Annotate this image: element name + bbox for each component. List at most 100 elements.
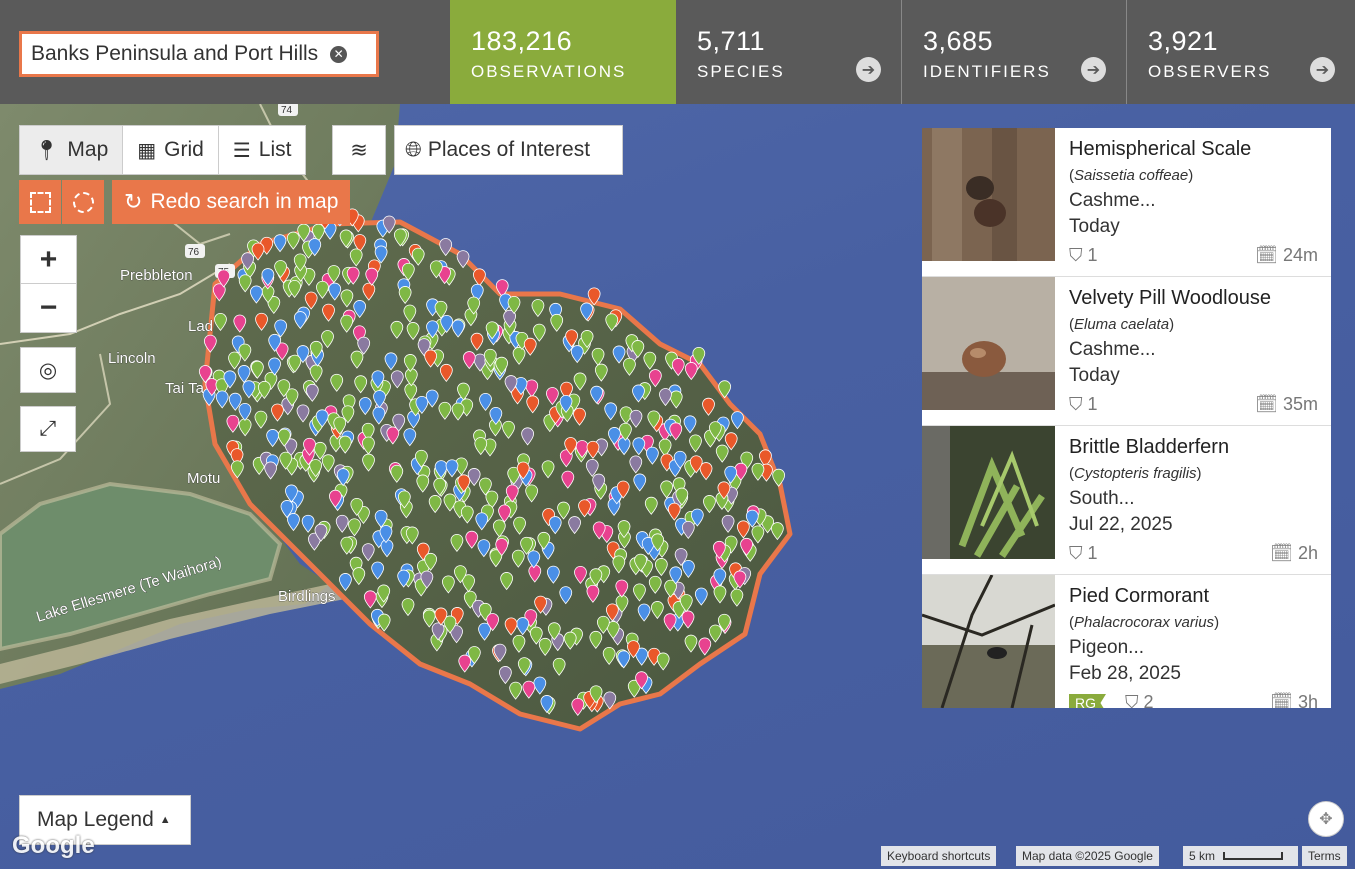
observers-label: OBSERVERS — [1148, 62, 1272, 81]
fullscreen-icon: ⤢ — [39, 417, 57, 440]
crosshair-icon: ◎ — [38, 358, 58, 382]
google-logo: Google — [12, 832, 95, 859]
zoom-out-button[interactable]: − — [21, 284, 76, 332]
observation-date: Today — [1069, 365, 1120, 386]
observations-label: OBSERVATIONS — [471, 62, 627, 81]
rectangle-select-icon — [29, 191, 51, 213]
common-name[interactable]: Velvety Pill Woodlouse — [1069, 287, 1271, 310]
clear-place-icon[interactable]: ✕ — [330, 45, 348, 63]
identification-count: RG ⛉ 2 — [1069, 692, 1154, 708]
observation-age: 🗓︎ 2h — [1270, 543, 1318, 563]
scientific-name: (Cystopteris fragilis) — [1069, 465, 1202, 482]
caret-up-icon: ▲ — [159, 814, 171, 826]
identification-icon: ⛉ — [1069, 245, 1083, 265]
identifiers-arrow-icon[interactable]: ➔ — [1081, 57, 1106, 82]
redo-search-button[interactable]: ↻ Redo search in map — [112, 180, 351, 224]
observations-count: 183,216 — [471, 26, 573, 56]
identification-count: ⛉ 1 — [1069, 543, 1098, 563]
observation-date: Feb 28, 2025 — [1069, 663, 1181, 684]
common-name[interactable]: Brittle Bladderfern — [1069, 436, 1229, 459]
scale-line — [1223, 852, 1284, 860]
redo-search-label: Redo search in map — [150, 190, 339, 213]
stat-identifiers[interactable]: 3,685 IDENTIFIERS ➔ — [901, 0, 1126, 104]
layers-button[interactable]: ≋ — [332, 125, 386, 175]
keyboard-shortcuts-link[interactable]: Keyboard shortcuts — [881, 846, 997, 866]
observation-photo[interactable] — [922, 128, 1055, 261]
globe-icon: 🌐︎ — [405, 138, 422, 161]
route-74-label: 74 — [281, 105, 293, 116]
observation-photo[interactable] — [922, 575, 1055, 708]
species-label: SPECIES — [697, 62, 785, 81]
tab-grid-label: Grid — [164, 138, 204, 161]
stat-species[interactable]: 5,711 SPECIES ➔ — [676, 0, 901, 104]
observation-place: Pigeon... — [1069, 637, 1144, 658]
common-name[interactable]: Hemispherical Scale — [1069, 138, 1251, 161]
label-prebbleton: Prebbleton — [120, 267, 193, 284]
observation-age: 🗓︎ 35m — [1255, 394, 1318, 414]
observation-date: Today — [1069, 216, 1120, 237]
terms-link[interactable]: Terms — [1302, 846, 1347, 866]
observation-card[interactable]: Brittle Bladderfern (Cystopteris fragili… — [922, 426, 1331, 575]
draw-circle-button[interactable] — [62, 180, 104, 224]
zoom-control: + − — [20, 235, 77, 333]
observation-card[interactable]: Hemispherical Scale (Saissetia coffeae) … — [922, 128, 1331, 277]
route-76-label: 76 — [188, 247, 200, 258]
observation-photo[interactable] — [922, 277, 1055, 410]
scale-label: 5 km — [1189, 849, 1216, 863]
observation-date: Jul 22, 2025 — [1069, 514, 1173, 535]
circle-select-icon — [72, 191, 94, 213]
tab-list-label: List — [258, 138, 292, 161]
species-arrow-icon[interactable]: ➔ — [856, 57, 881, 82]
observation-card[interactable]: Pied Cormorant (Phalacrocorax varius) Pi… — [922, 575, 1331, 708]
grid-icon: ▦ — [137, 139, 157, 162]
observation-photo[interactable] — [922, 426, 1055, 559]
recenter-button[interactable]: ✥ — [1308, 801, 1344, 837]
places-of-interest-button[interactable]: 🌐︎ Places of Interest — [394, 125, 623, 175]
scale-bar: 5 km — [1183, 846, 1298, 866]
list-icon: ☰ — [232, 139, 251, 162]
view-tabs: 📍︎ Map ▦ Grid ☰ List — [19, 125, 307, 175]
place-name: Banks Peninsula and Port Hills — [31, 42, 319, 65]
identification-count: ⛉ 1 — [1069, 245, 1098, 265]
map-marker-icon: 📍︎ — [34, 139, 60, 162]
tab-map[interactable]: 📍︎ Map — [20, 126, 124, 174]
calendar-plus-icon: 🗓︎ — [1255, 394, 1278, 414]
stat-observers[interactable]: 3,921 OBSERVERS ➔ — [1126, 0, 1355, 104]
stat-observations[interactable]: 183,216 OBSERVATIONS — [450, 0, 676, 104]
label-ladbrooks: Lad — [188, 318, 213, 335]
label-motukarara: Motu — [187, 470, 220, 487]
stats-header: Banks Peninsula and Port Hills ✕ 183,216… — [0, 0, 1355, 104]
label-tai-tapu: Tai Ta — [165, 380, 205, 397]
observation-age: 🗓︎ 3h — [1270, 692, 1318, 708]
identification-icon: ⛉ — [1069, 394, 1083, 414]
research-grade-badge: RG — [1069, 694, 1106, 708]
tab-grid[interactable]: ▦ Grid — [123, 126, 219, 174]
fullscreen-button[interactable]: ⤢ — [20, 406, 76, 452]
observation-cards: Hemispherical Scale (Saissetia coffeae) … — [922, 128, 1331, 708]
scientific-name: (Phalacrocorax varius) — [1069, 614, 1220, 631]
draw-rectangle-button[interactable] — [19, 180, 61, 224]
observers-arrow-icon[interactable]: ➔ — [1310, 57, 1335, 82]
tab-map-label: Map — [67, 138, 109, 161]
identifiers-label: IDENTIFIERS — [923, 62, 1051, 81]
observation-place: Cashme... — [1069, 190, 1156, 211]
observation-place: Cashme... — [1069, 339, 1156, 360]
identifiers-count: 3,685 — [923, 26, 994, 56]
calendar-plus-icon: 🗓︎ — [1255, 245, 1278, 265]
places-of-interest-label: Places of Interest — [427, 138, 591, 161]
identification-count: ⛉ 1 — [1069, 394, 1098, 414]
place-filter-chip[interactable]: Banks Peninsula and Port Hills ✕ — [19, 31, 379, 77]
map-data-attribution: Map data ©2025 Google — [1016, 846, 1159, 866]
observation-age: 🗓︎ 24m — [1255, 245, 1318, 265]
zoom-in-button[interactable]: + — [21, 236, 76, 284]
scientific-name: (Saissetia coffeae) — [1069, 167, 1194, 184]
tab-list[interactable]: ☰ List — [219, 126, 306, 174]
common-name[interactable]: Pied Cormorant — [1069, 585, 1209, 608]
label-birdlings: Birdlings — [278, 588, 336, 605]
calendar-plus-icon: 🗓︎ — [1270, 543, 1293, 563]
species-count: 5,711 — [697, 26, 766, 56]
calendar-plus-icon: 🗓︎ — [1270, 692, 1293, 708]
observation-card[interactable]: Velvety Pill Woodlouse (Eluma caelata) C… — [922, 277, 1331, 426]
locate-me-button[interactable]: ◎ — [20, 347, 76, 393]
layers-icon: ≋ — [350, 138, 368, 162]
